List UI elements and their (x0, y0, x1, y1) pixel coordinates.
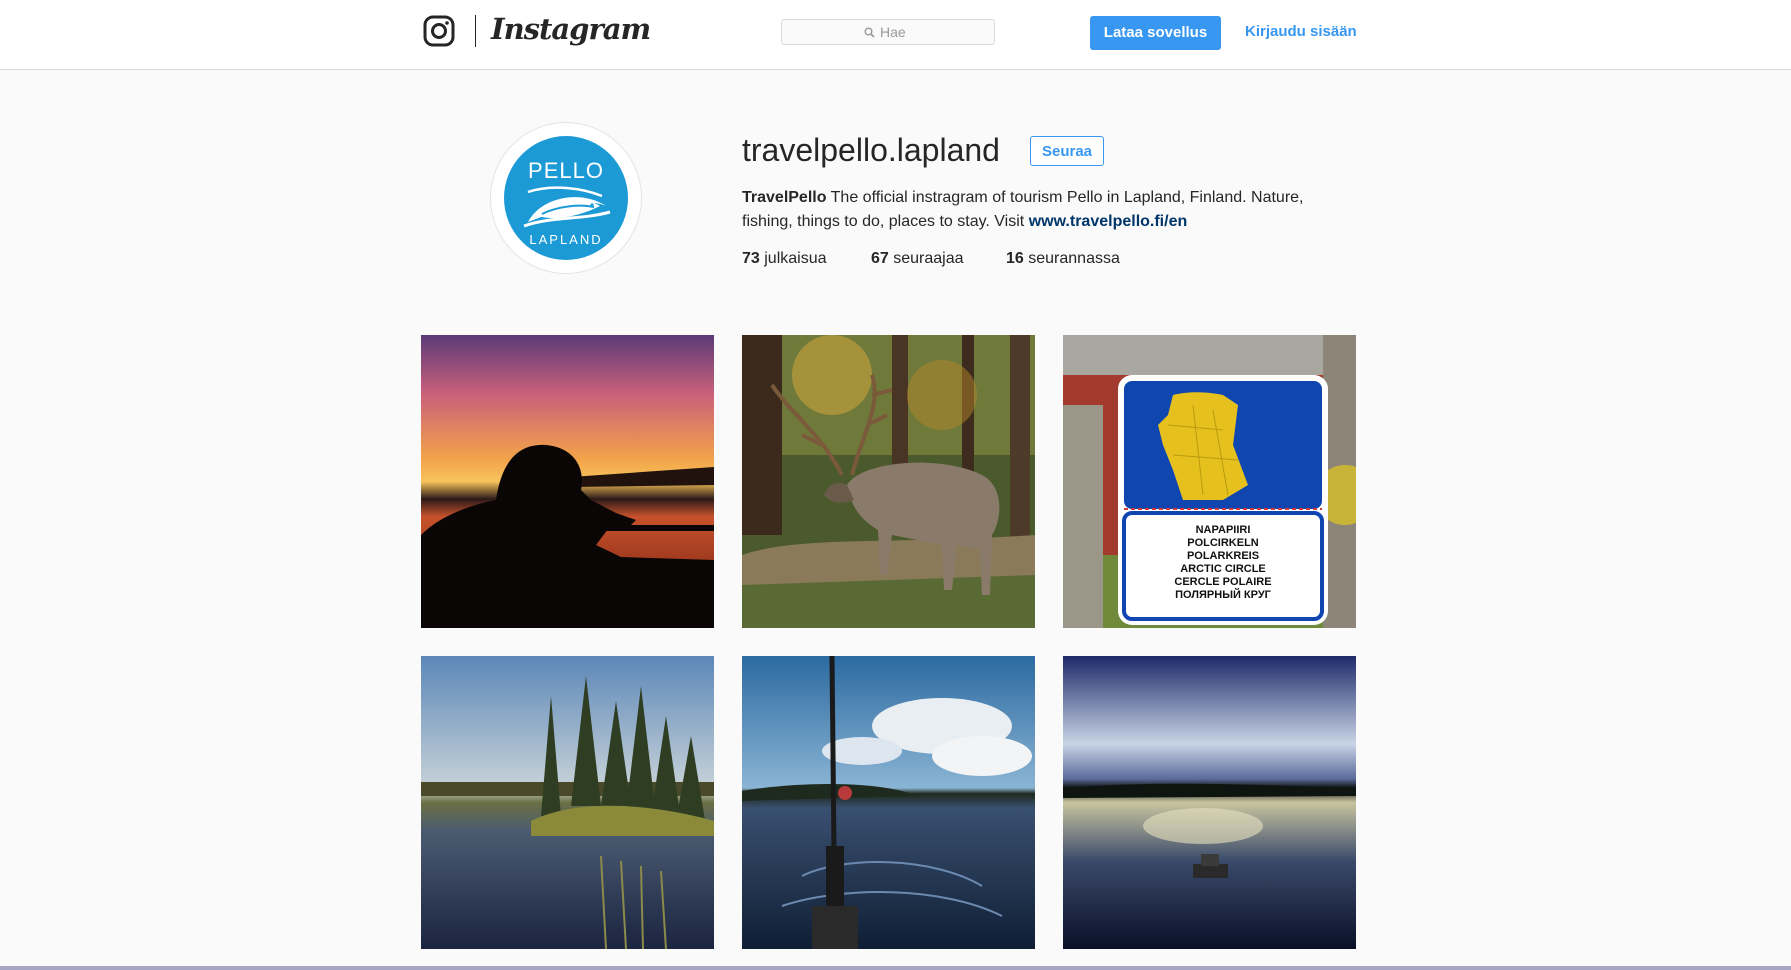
following-stat[interactable]: 16 seurannassa (1006, 250, 1120, 268)
post-image (421, 335, 714, 628)
bio-website-link[interactable]: www.travelpello.fi/en (1029, 213, 1188, 230)
profile-username: travelpello.lapland (742, 132, 1000, 168)
sign-line: CERCLE POLAIRE (1174, 576, 1271, 588)
search-icon (864, 27, 875, 38)
top-navigation-bar: Instagram Lataa sovellus Kirjaudu sisään (0, 0, 1791, 70)
post-image (1063, 656, 1356, 949)
avatar-logo-title: PELLO (528, 158, 604, 183)
login-link[interactable]: Kirjaudu sisään (1245, 23, 1357, 40)
sign-line: NAPAPIIRI (1196, 524, 1251, 536)
post-image: NAPAPIIRIPOLCIRKELNPOLARKREISARCTIC CIRC… (1063, 335, 1356, 628)
download-app-button[interactable]: Lataa sovellus (1090, 16, 1221, 50)
profile-avatar: PELLO LAPLAND (490, 122, 642, 274)
sign-line: POLCIRKELN (1187, 537, 1259, 549)
search-input[interactable] (880, 23, 980, 41)
follow-button[interactable]: Seuraa (1030, 136, 1104, 166)
sign-line: ARCTIC CIRCLE (1180, 563, 1266, 575)
brand-divider (475, 15, 476, 47)
avatar-logo-subtitle: LAPLAND (529, 232, 603, 247)
profile-bio: TravelPello The official instragram of t… (742, 186, 1342, 234)
post-tile-reindeer[interactable] (742, 335, 1035, 628)
sign-line: ПОЛЯРНЫЙ КРУГ (1175, 588, 1272, 601)
bio-full-name: TravelPello (742, 189, 827, 206)
post-tile-lakeshore-forest[interactable] (421, 656, 714, 949)
search-box[interactable] (781, 19, 995, 45)
following-count: 16 (1006, 250, 1024, 267)
sign-line: POLARKREIS (1187, 550, 1259, 562)
instagram-camera-icon[interactable] (423, 15, 455, 47)
bottom-window-edge (0, 966, 1791, 970)
post-image (421, 656, 714, 949)
posts-count-stat: 73 julkaisua (742, 250, 827, 268)
followers-count: 67 (871, 250, 889, 267)
instagram-wordmark-logo[interactable]: Instagram (491, 12, 651, 46)
post-image (742, 656, 1035, 949)
following-label: seurannassa (1028, 250, 1120, 267)
post-image (742, 335, 1035, 628)
followers-label: seuraajaa (893, 250, 964, 267)
post-tile-arctic-circle-sign[interactable]: NAPAPIIRI POLCIRKELN POLARKREIS ARCTIC CIRC… (1063, 335, 1356, 628)
pello-lapland-logo: PELLO LAPLAND (504, 136, 628, 260)
followers-stat[interactable]: 67 seuraajaa (871, 250, 964, 268)
posts-count: 73 (742, 250, 760, 267)
post-tile-fishing-boat[interactable] (742, 656, 1035, 949)
salmon-icon (523, 186, 611, 228)
bio-text: The official instragram of tourism Pello… (742, 189, 1304, 230)
post-tile-sunset-silhouette[interactable] (421, 335, 714, 628)
posts-label: julkaisua (764, 250, 827, 267)
post-tile-evening-lake[interactable] (1063, 656, 1356, 949)
